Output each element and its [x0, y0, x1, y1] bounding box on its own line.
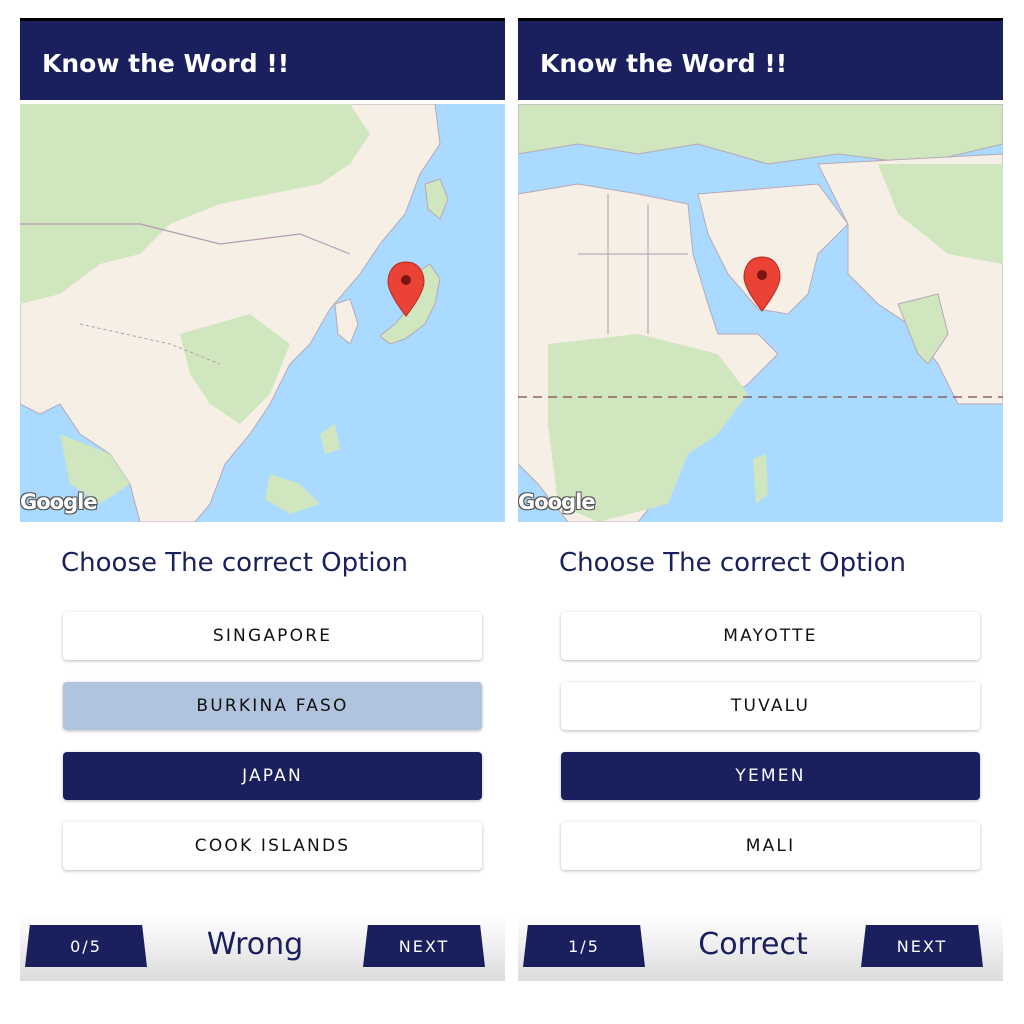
system-nav-bar [518, 996, 1003, 1006]
option-button-3[interactable]: JAPAN [63, 752, 482, 800]
next-button[interactable]: NEXT [861, 925, 983, 967]
option-button-2[interactable]: TUVALU [561, 682, 980, 730]
score-badge: 0/5 [25, 925, 147, 967]
score-badge: 1/5 [523, 925, 645, 967]
app-bar: Know the Word !! [20, 21, 505, 100]
quiz-screen-right: Know the Word !! Google Choose The corre… [518, 0, 1003, 1024]
map-africa-arabia [518, 104, 1003, 522]
option-button-3[interactable]: YEMEN [561, 752, 980, 800]
app-bar: Know the Word !! [518, 21, 1003, 100]
quiz-screen-left: Know the Word !! Google Choose The corre… [20, 0, 505, 1024]
app-title: Know the Word !! [42, 49, 290, 78]
map-view[interactable]: Google [20, 104, 505, 522]
result-text: Correct [698, 927, 808, 962]
option-button-4[interactable]: MALI [561, 822, 980, 870]
option-button-4[interactable]: COOK ISLANDS [63, 822, 482, 870]
result-text: Wrong [206, 927, 304, 962]
option-button-2[interactable]: BURKINA FASO [63, 682, 482, 730]
google-logo: Google [518, 490, 596, 514]
map-view[interactable]: Google [518, 104, 1003, 522]
option-button-1[interactable]: MAYOTTE [561, 612, 980, 660]
system-nav-bar [20, 996, 505, 1006]
question-prompt: Choose The correct Option [559, 548, 906, 578]
next-button[interactable]: NEXT [363, 925, 485, 967]
map-asia [20, 104, 505, 522]
app-title: Know the Word !! [540, 49, 788, 78]
google-logo: Google [20, 490, 98, 514]
question-prompt: Choose The correct Option [61, 548, 408, 578]
option-button-1[interactable]: SINGAPORE [63, 612, 482, 660]
